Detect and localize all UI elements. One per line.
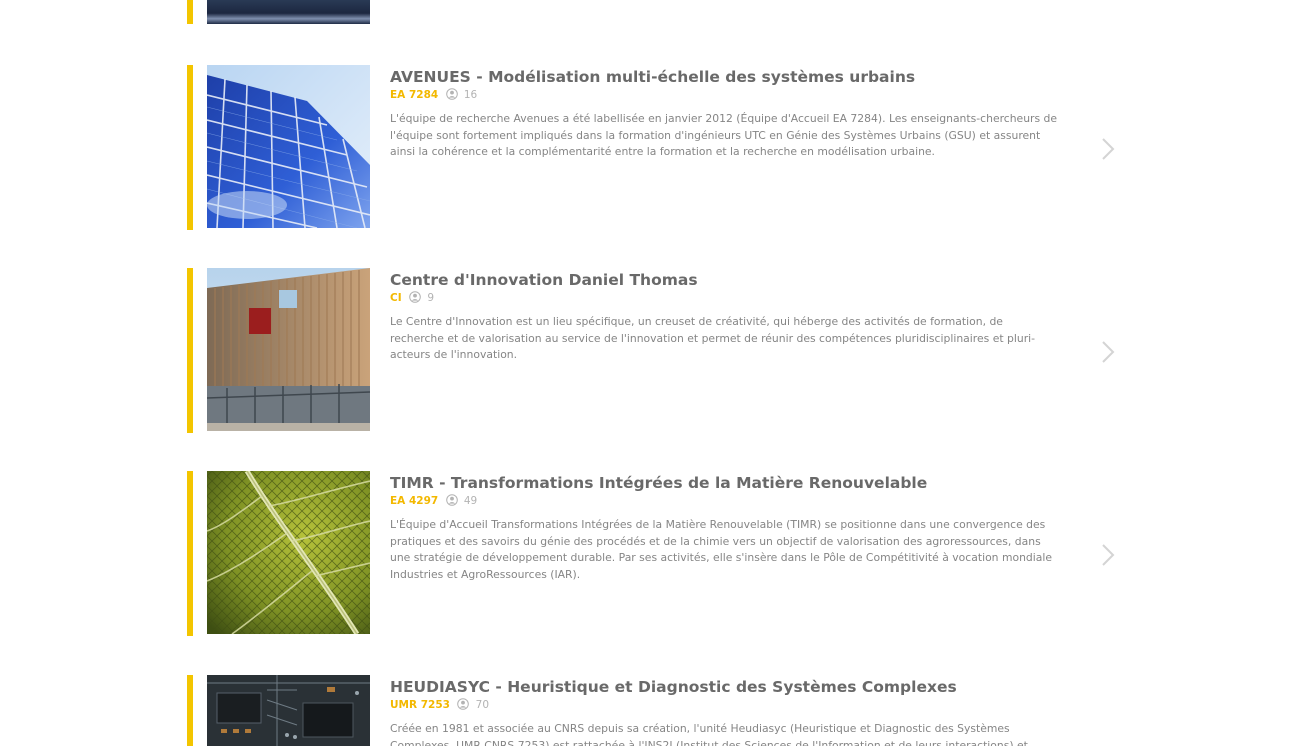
lab-meta: EA 7284 16 <box>390 88 1058 104</box>
lab-title[interactable]: AVENUES - Modélisation multi-échelle des… <box>390 66 1058 88</box>
lab-content: Centre d'Innovation Daniel Thomas CI 9 L… <box>390 268 1058 364</box>
building-facade-image[interactable] <box>207 268 370 431</box>
lab-card-accent-bar <box>187 675 193 746</box>
user-circle-icon <box>457 698 470 715</box>
lab-title[interactable]: Centre d'Innovation Daniel Thomas <box>390 269 1058 291</box>
lab-card[interactable]: Centre d'Innovation Daniel Thomas CI 9 L… <box>187 268 1127 433</box>
solar-panel-image[interactable] <box>207 65 370 228</box>
chevron-right-icon[interactable] <box>1100 137 1116 166</box>
lab-member-count: 70 <box>475 699 490 711</box>
lab-title[interactable]: HEUDIASYC - Heuristique et Diagnostic de… <box>390 676 1058 698</box>
lab-card[interactable]: AVENUES - Modélisation multi-échelle des… <box>187 65 1127 230</box>
lab-member-count: 16 <box>463 89 478 101</box>
lab-description: Le Centre d'Innovation est un lieu spéci… <box>390 315 1036 361</box>
lab-content: AVENUES - Modélisation multi-échelle des… <box>390 65 1058 161</box>
lab-code: CI <box>390 292 402 304</box>
user-circle-icon <box>409 291 421 308</box>
lab-card-accent-bar <box>187 0 193 24</box>
lab-code: EA 4297 <box>390 495 439 507</box>
lab-card[interactable]: HEUDIASYC - Heuristique et Diagnostic de… <box>187 675 1127 746</box>
lab-content: TIMR - Transformations Intégrées de la M… <box>390 471 1058 583</box>
lab-code: UMR 7253 <box>390 699 450 711</box>
lab-card-accent-bar <box>187 471 193 636</box>
lab-code: EA 7284 <box>390 89 439 101</box>
lab-card-accent-bar <box>187 268 193 433</box>
lab-card[interactable]: TIMR - Transformations Intégrées de la M… <box>187 471 1127 636</box>
lab-description: L'équipe de recherche Avenues a été labe… <box>390 112 1058 158</box>
circuit-board-image[interactable] <box>207 675 370 746</box>
user-circle-icon <box>445 88 458 105</box>
lab-member-count: 49 <box>463 495 478 507</box>
lab-meta: UMR 7253 70 <box>390 698 1058 714</box>
lab-description: Créée en 1981 et associée au CNRS depuis… <box>390 722 1028 746</box>
chevron-right-icon[interactable] <box>1100 543 1116 572</box>
lab-description: L'Équipe d'Accueil Transformations Intég… <box>390 518 1053 581</box>
lab-content: HEUDIASYC - Heuristique et Diagnostic de… <box>390 675 1058 746</box>
lab-meta: CI 9 <box>390 291 1058 307</box>
lab-card-accent-bar <box>187 65 193 230</box>
lab-meta: EA 4297 49 <box>390 494 1058 510</box>
lab-title[interactable]: TIMR - Transformations Intégrées de la M… <box>390 472 1058 494</box>
lab-member-count: 9 <box>427 292 434 304</box>
user-circle-icon <box>445 494 458 511</box>
leaf-image[interactable] <box>207 471 370 634</box>
lab-list: AVENUES - Modélisation multi-échelle des… <box>0 0 1304 746</box>
lab-thumbnail[interactable] <box>207 0 370 24</box>
chevron-right-icon[interactable] <box>1100 340 1116 369</box>
